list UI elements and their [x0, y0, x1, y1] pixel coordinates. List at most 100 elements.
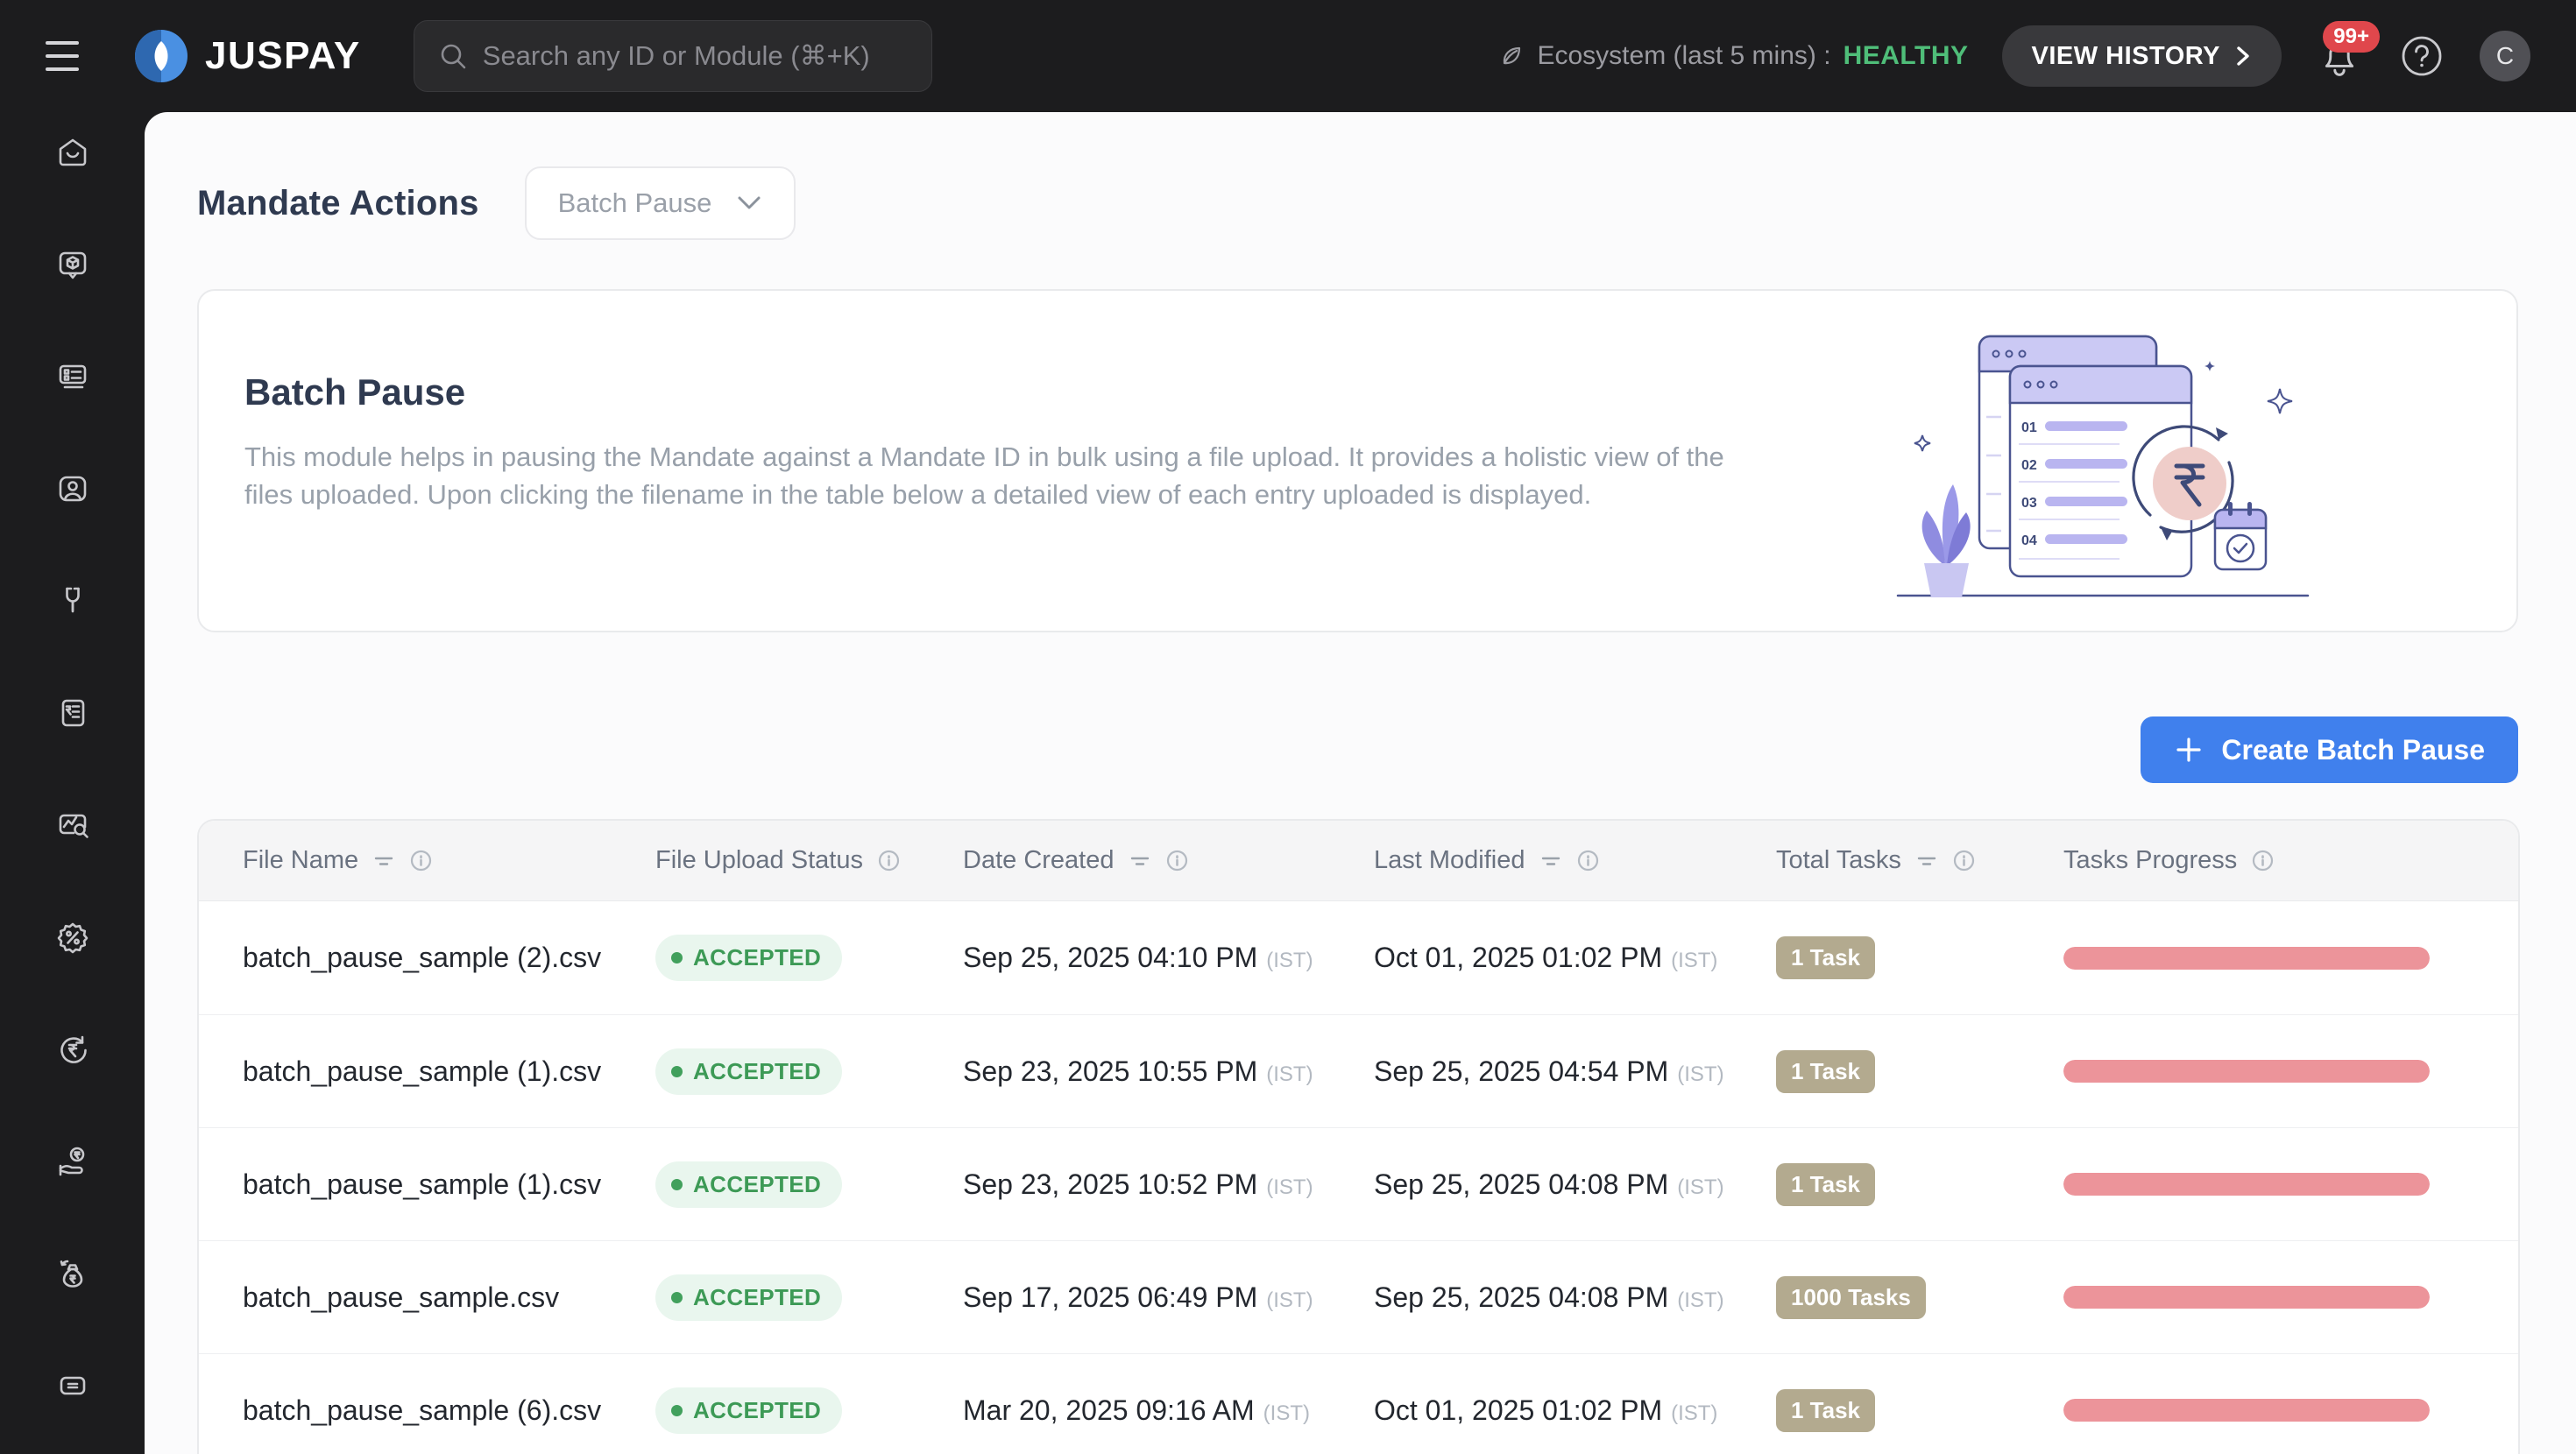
ecosystem-status: Ecosystem (last 5 mins) : HEALTHY: [1498, 41, 1968, 71]
table-column-header: Date Created: [963, 846, 1374, 875]
sidebar-item-tools[interactable]: [52, 580, 94, 622]
create-batch-pause-button[interactable]: Create Batch Pause: [2141, 716, 2518, 783]
file-name-link[interactable]: batch_pause_sample (1).csv: [243, 1168, 655, 1201]
settlements-icon: [60, 1376, 85, 1395]
notifications-button[interactable]: 99+: [2315, 21, 2380, 81]
module-card-title: Batch Pause: [244, 371, 466, 413]
date-created-timezone: (IST): [1266, 1288, 1313, 1312]
file-name-link[interactable]: batch_pause_sample.csv: [243, 1281, 655, 1314]
batch-pause-illustration: 01 02 03 04: [1896, 335, 2310, 597]
home-icon: [59, 138, 86, 166]
info-icon[interactable]: [2251, 849, 2275, 872]
module-selector-value: Batch Pause: [557, 187, 712, 218]
sidebar-item-settlements[interactable]: [52, 1365, 94, 1407]
page-title: Mandate Actions: [197, 183, 479, 222]
progress-bar: [2063, 1286, 2430, 1309]
info-icon[interactable]: [1165, 849, 1189, 872]
info-icon[interactable]: [1952, 849, 1976, 872]
table-row[interactable]: batch_pause_sample (1).csv ACCEPTED Sep …: [199, 1127, 2518, 1240]
progress-bar-fill: [2063, 1173, 2430, 1196]
module-selector-dropdown[interactable]: Batch Pause: [524, 166, 796, 240]
payout-icon: [59, 1147, 84, 1176]
progress-bar: [2063, 946, 2430, 970]
tools-icon: [65, 587, 80, 613]
sidebar-item-invoices[interactable]: [52, 692, 94, 734]
table-row[interactable]: batch_pause_sample.csv ACCEPTED Sep 17, …: [199, 1240, 2518, 1353]
search-input[interactable]: [482, 40, 909, 72]
status-badge: ACCEPTED: [655, 1387, 843, 1434]
batch-files-table: File Name File Upload Status Date Create…: [197, 819, 2520, 1454]
last-modified-value: Oct 01, 2025 01:02 PM: [1374, 942, 1663, 973]
last-modified-timezone: (IST): [1671, 1401, 1718, 1425]
rupee-invoice-icon: [61, 699, 84, 727]
last-modified-cell: Sep 25, 2025 04:54 PM (IST): [1374, 1055, 1776, 1088]
table-row[interactable]: batch_pause_sample (1).csv ACCEPTED Sep …: [199, 1014, 2518, 1127]
sidebar-item-analytics[interactable]: [52, 804, 94, 846]
global-search[interactable]: [413, 20, 932, 92]
date-created-value: Sep 23, 2025 10:52 PM: [963, 1168, 1258, 1200]
filter-icon[interactable]: [372, 850, 395, 872]
status-dot-icon: [671, 1178, 683, 1190]
column-label: File Upload Status: [655, 846, 863, 874]
file-name-link[interactable]: batch_pause_sample (2).csv: [243, 942, 655, 974]
sidebar-item-refunds[interactable]: [52, 1028, 94, 1070]
svg-text:04: 04: [2021, 533, 2037, 548]
offers-icon: [57, 922, 88, 954]
column-label: File Name: [243, 846, 359, 874]
table-column-header: File Name: [243, 846, 655, 875]
chevron-right-icon: [2237, 46, 2249, 66]
date-created-timezone: (IST): [1263, 1401, 1310, 1425]
sidebar-item-home[interactable]: [52, 131, 94, 173]
sidebar-item-customers[interactable]: [52, 468, 94, 510]
last-modified-value: Sep 25, 2025 04:54 PM: [1374, 1055, 1669, 1087]
file-name-link[interactable]: batch_pause_sample (1).csv: [243, 1055, 655, 1088]
total-tasks-badge: 1000 Tasks: [1776, 1275, 1926, 1319]
total-tasks-badge: 1 Task: [1776, 1049, 1876, 1093]
filter-icon[interactable]: [1129, 850, 1151, 872]
filter-icon[interactable]: [1915, 850, 1938, 872]
avatar[interactable]: C: [2480, 31, 2530, 81]
sidebar-item-transactions[interactable]: [52, 356, 94, 398]
sidebar-item-offers[interactable]: [52, 916, 94, 958]
sidebar-item-payouts[interactable]: [52, 1140, 94, 1182]
hamburger-menu-icon[interactable]: [46, 41, 84, 71]
filter-icon[interactable]: [1539, 850, 1562, 872]
last-modified-cell: Oct 01, 2025 01:02 PM (IST): [1374, 942, 1776, 974]
status-badge: ACCEPTED: [655, 1274, 843, 1321]
total-tasks-cell: 1 Task: [1776, 1162, 2063, 1206]
date-created-cell: Sep 23, 2025 10:55 PM (IST): [963, 1055, 1374, 1088]
last-modified-timezone: (IST): [1677, 1175, 1724, 1199]
last-modified-cell: Sep 25, 2025 04:08 PM (IST): [1374, 1281, 1776, 1314]
ecosystem-label: Ecosystem (last 5 mins) :: [1537, 41, 1831, 70]
help-icon: [2402, 36, 2442, 76]
info-icon[interactable]: [409, 849, 433, 872]
view-history-button[interactable]: VIEW HISTORY: [2001, 25, 2282, 87]
progress-bar: [2063, 1060, 2430, 1083]
sidebar-item-collections[interactable]: [52, 1253, 94, 1295]
file-upload-status-cell: ACCEPTED: [655, 1274, 963, 1321]
column-label: Last Modified: [1374, 846, 1525, 874]
notification-count-badge: 99+: [2323, 21, 2380, 53]
file-name-link[interactable]: batch_pause_sample (6).csv: [243, 1394, 655, 1427]
last-modified-timezone: (IST): [1677, 1288, 1724, 1312]
date-created-value: Mar 20, 2025 09:16 AM: [963, 1394, 1255, 1426]
info-icon[interactable]: [877, 849, 901, 872]
module-card-description: This module helps in pausing the Mandate…: [244, 441, 1724, 511]
table-row[interactable]: batch_pause_sample (2).csv ACCEPTED Sep …: [199, 901, 2518, 1014]
status-badge: ACCEPTED: [655, 1048, 843, 1095]
juspay-logo: JUSPAY: [133, 28, 361, 84]
brand-name: JUSPAY: [205, 34, 361, 77]
status-label: ACCEPTED: [693, 944, 822, 971]
column-label: Date Created: [963, 846, 1115, 874]
analytics-icon: [59, 814, 88, 838]
module-info-card: Batch Pause This module helps in pausing…: [197, 289, 2518, 632]
date-created-timezone: (IST): [1266, 949, 1313, 972]
status-label: ACCEPTED: [693, 1283, 822, 1310]
help-button[interactable]: [2397, 32, 2446, 81]
table-row[interactable]: batch_pause_sample (6).csv ACCEPTED Mar …: [199, 1353, 2518, 1454]
sidebar-nav: [0, 112, 145, 1454]
sidebar-item-products[interactable]: [52, 244, 94, 286]
page-header: Mandate Actions Batch Pause: [197, 166, 796, 240]
juspay-logo-icon: [135, 30, 188, 82]
info-icon[interactable]: [1576, 849, 1600, 872]
